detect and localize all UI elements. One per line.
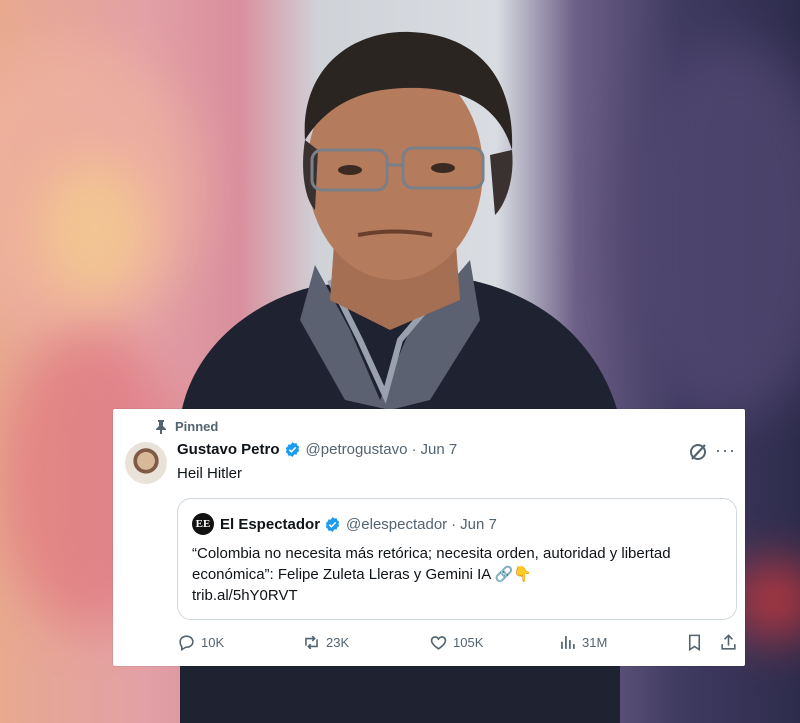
tweet-card[interactable]: Pinned Gustavo Petro @petrogustavo · Jun…	[113, 409, 745, 666]
like-button[interactable]: 105K	[429, 633, 483, 652]
views-count: 31M	[582, 635, 608, 650]
like-icon	[430, 636, 447, 650]
quote-author-name[interactable]: El Espectador	[220, 516, 320, 533]
reply-count: 10K	[201, 635, 225, 650]
action-bar: 10K 23K 105K 31M	[177, 633, 737, 655]
avatar[interactable]	[125, 442, 167, 484]
repost-button[interactable]: 23K	[302, 633, 349, 652]
pinned-label-row: Pinned	[155, 419, 218, 434]
quote-avatar[interactable]: EE	[192, 513, 214, 535]
repost-icon	[305, 635, 318, 650]
bookmark-button[interactable]	[685, 633, 709, 652]
tweet-text: Heil Hitler	[177, 465, 243, 482]
verified-badge-icon	[285, 442, 299, 457]
pinned-label: Pinned	[175, 419, 219, 434]
views-icon	[561, 636, 575, 649]
like-count: 105K	[453, 635, 484, 650]
quoted-tweet[interactable]: EE El Espectador @elespectador · Jun 7 “…	[177, 498, 737, 620]
tweet-header: Gustavo Petro @petrogustavo · Jun 7	[177, 441, 457, 458]
author-name[interactable]: Gustavo Petro	[177, 441, 280, 458]
quote-separator: ·	[451, 515, 457, 533]
share-button[interactable]	[719, 633, 743, 652]
quote-text: “Colombia no necesita más retórica; nece…	[192, 545, 671, 583]
header-separator: ·	[411, 441, 417, 458]
quote-header: EE El Espectador @elespectador · Jun 7	[192, 513, 497, 535]
views-button[interactable]: 31M	[558, 633, 607, 652]
grok-icon[interactable]	[688, 442, 708, 462]
more-icon[interactable]: ···	[715, 440, 736, 461]
author-handle[interactable]: @petrogustavo	[306, 441, 408, 458]
pin-icon	[156, 419, 166, 434]
quote-link[interactable]: trib.al/5hY0RVT	[192, 585, 722, 606]
reply-button[interactable]: 10K	[177, 633, 224, 652]
quote-body: “Colombia no necesita más retórica; nece…	[192, 543, 722, 606]
tweet-date[interactable]: Jun 7	[420, 441, 457, 458]
repost-count: 23K	[326, 635, 350, 650]
reply-icon	[179, 635, 194, 652]
share-icon	[721, 634, 736, 650]
verified-badge-icon	[325, 516, 340, 532]
quote-author-handle[interactable]: @elespectador	[346, 516, 447, 533]
quote-date[interactable]: Jun 7	[460, 516, 497, 533]
bookmark-icon	[688, 634, 701, 652]
